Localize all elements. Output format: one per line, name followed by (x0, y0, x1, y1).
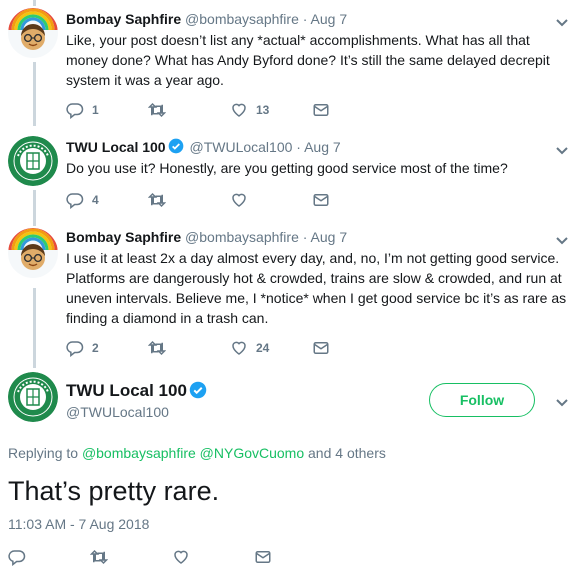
like-icon (172, 548, 190, 566)
display-name[interactable]: TWU Local 100 (66, 139, 166, 155)
reply-icon (66, 191, 84, 209)
reply-count: 2 (92, 341, 99, 355)
user-handle[interactable]: @bombaysaphfire (185, 11, 299, 27)
dm-icon (312, 339, 330, 357)
tweet-header: Bombay Saphfire @bombaysaphfire · Aug 7 (66, 10, 570, 28)
user-handle[interactable]: @TWULocal100 (189, 139, 292, 155)
tweet-date[interactable]: Aug 7 (311, 11, 348, 27)
user-handle[interactable]: @TWULocal100 (66, 404, 169, 420)
like-button[interactable] (230, 191, 312, 209)
reply-icon (8, 548, 26, 566)
retweet-icon (148, 191, 166, 209)
dm-button[interactable] (312, 101, 394, 119)
reply-button[interactable]: 4 (66, 191, 148, 209)
display-name[interactable]: Bombay Saphfire (66, 229, 181, 245)
like-icon (230, 101, 248, 119)
replying-others[interactable]: and 4 others (308, 445, 386, 461)
verified-badge-icon (189, 381, 207, 399)
retweet-icon (148, 339, 166, 357)
tweet-date[interactable]: Aug 7 (304, 139, 341, 155)
thread-line (33, 0, 36, 6)
like-count: 13 (256, 103, 270, 117)
separator-dot: · (296, 139, 301, 155)
avatar[interactable] (8, 8, 58, 58)
user-handle[interactable]: @bombaysaphfire (185, 229, 299, 245)
chevron-down-icon[interactable] (554, 232, 570, 248)
like-icon (230, 191, 248, 209)
tweet-text: I use it at least 2x a day almost every … (66, 250, 567, 326)
reply-button[interactable] (8, 548, 90, 566)
dm-button[interactable] (312, 339, 394, 357)
avatar[interactable] (8, 372, 58, 422)
tweet-timestamp[interactable]: 11:03 AM - 7 Aug 2018 (8, 516, 149, 532)
chevron-down-icon[interactable] (554, 394, 570, 410)
tweet-actions: 1 13 (66, 100, 394, 120)
dm-icon (312, 101, 330, 119)
retweet-button[interactable] (148, 191, 230, 209)
like-icon (230, 339, 248, 357)
reply-button[interactable]: 1 (66, 101, 148, 119)
retweet-button[interactable] (148, 339, 230, 357)
tweet-header: TWU Local 100 @TWULocal100 · Aug 7 (66, 138, 570, 156)
avatar[interactable] (8, 136, 58, 186)
thread-line (33, 190, 36, 226)
mention-link[interactable]: @bombaysaphfire (82, 445, 196, 461)
main-display-name[interactable]: TWU Local 100 (66, 380, 209, 402)
tweet-text: Do you use it? Honestly, are you getting… (66, 160, 508, 176)
replying-to: Replying to @bombaysaphfire @NYGovCuomo … (8, 445, 386, 461)
reply-icon (66, 339, 84, 357)
replying-prefix: Replying to (8, 445, 79, 461)
dm-icon (312, 191, 330, 209)
display-name[interactable]: Bombay Saphfire (66, 11, 181, 27)
retweet-icon (90, 548, 108, 566)
display-name[interactable]: TWU Local 100 (66, 381, 187, 400)
reply-icon (66, 101, 84, 119)
dm-button[interactable] (254, 548, 336, 566)
mention-link[interactable]: @NYGovCuomo (200, 445, 304, 461)
avatar[interactable] (8, 228, 58, 278)
follow-button[interactable]: Follow (429, 383, 535, 417)
thread-line (33, 288, 36, 368)
reply-count: 1 (92, 103, 99, 117)
retweet-button[interactable] (148, 101, 230, 119)
reply-button[interactable]: 2 (66, 339, 148, 357)
separator-dot: · (302, 11, 308, 27)
like-button[interactable]: 13 (230, 101, 312, 119)
like-button[interactable]: 24 (230, 339, 312, 357)
main-tweet-actions (8, 548, 336, 566)
dm-button[interactable] (312, 191, 394, 209)
chevron-down-icon[interactable] (554, 142, 570, 158)
chevron-down-icon[interactable] (554, 14, 570, 30)
tweet-actions: 2 24 (66, 338, 394, 358)
tweet-text: Like, your post doesn’t list any *actual… (66, 32, 550, 88)
reply-count: 4 (92, 193, 99, 207)
separator-dot: · (302, 229, 308, 245)
tweet-header: Bombay Saphfire @bombaysaphfire · Aug 7 (66, 228, 570, 246)
tweet-date[interactable]: Aug 7 (311, 229, 348, 245)
like-count: 24 (256, 341, 270, 355)
like-button[interactable] (172, 548, 254, 566)
retweet-icon (148, 101, 166, 119)
tweet-actions: 4 (66, 190, 394, 210)
verified-badge-icon (168, 138, 184, 154)
thread-line (33, 62, 36, 126)
dm-icon (254, 548, 272, 566)
retweet-button[interactable] (90, 548, 172, 566)
main-tweet-text: That’s pretty rare. (8, 476, 220, 506)
